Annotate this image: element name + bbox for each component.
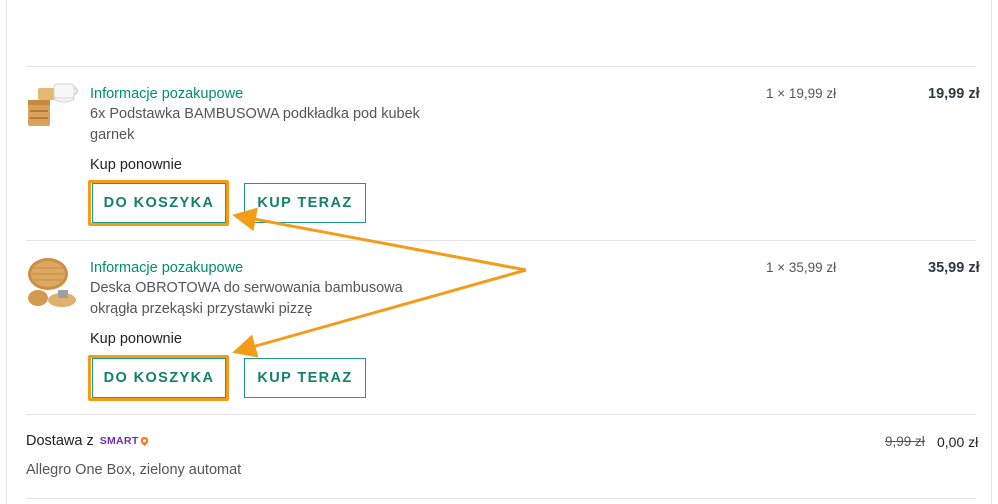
annotation-arrow-to-first bbox=[232, 207, 527, 272]
annotation-arrows bbox=[232, 207, 527, 358]
annotation-arrow-to-second bbox=[232, 268, 527, 358]
